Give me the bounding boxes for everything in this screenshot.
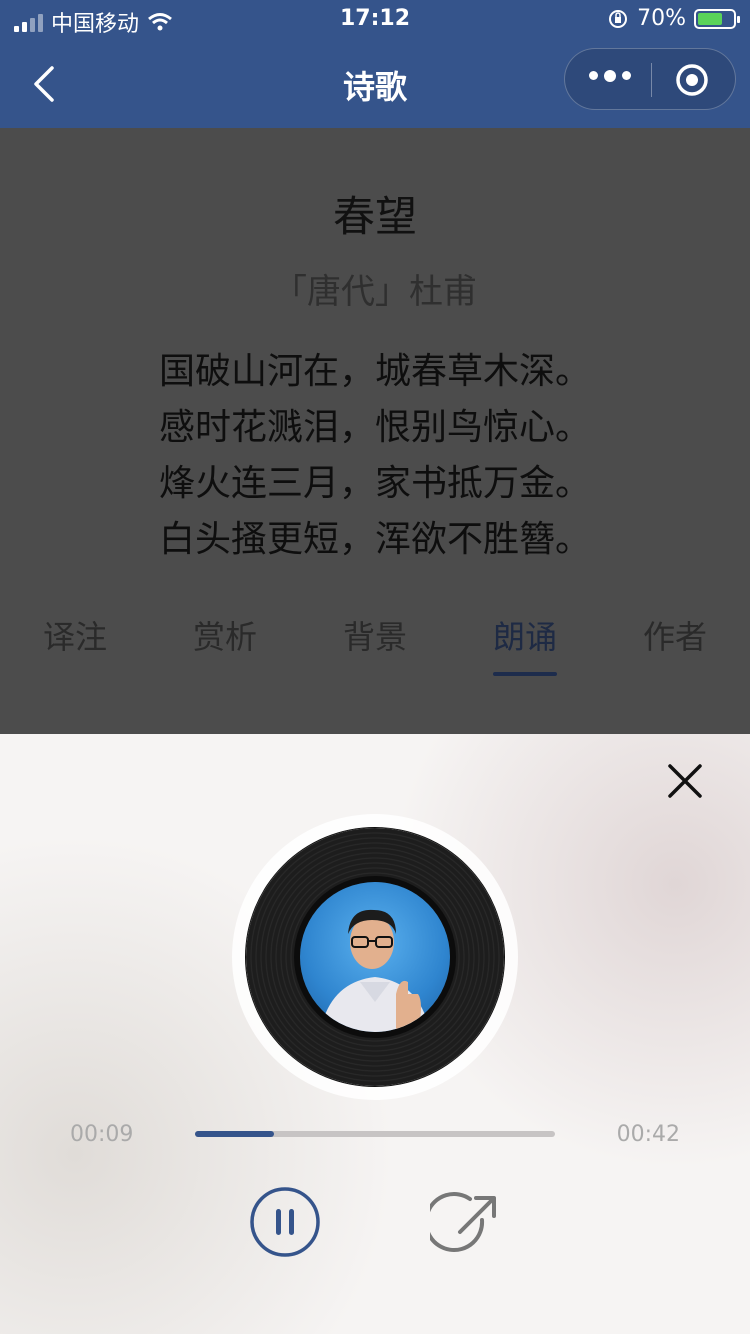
poem-body: 国破山河在，城春草木深。 感时花溅泪，恨别鸟惊心。 烽火连三月，家书抵万金。 白… (0, 344, 750, 568)
audio-player-sheet: 00:09 00:42 (0, 734, 750, 1334)
poem-line: 烽火连三月，家书抵万金。 (158, 463, 591, 504)
poem-line: 国破山河在，城春草木深。 (158, 351, 591, 392)
close-icon[interactable] (662, 758, 708, 804)
capsule-divider (651, 63, 652, 97)
poem-line: 感时花溅泪，恨别鸟惊心。 (158, 407, 591, 448)
tab-annotation[interactable]: 译注 (15, 612, 135, 658)
battery-percent: 70% (637, 6, 686, 31)
nav-bar: 诗歌 (0, 40, 750, 128)
mini-program-capsule (564, 48, 736, 110)
total-time: 00:42 (616, 1122, 680, 1147)
share-button[interactable] (430, 1190, 502, 1262)
current-time: 00:09 (70, 1122, 134, 1147)
tab-appreciation[interactable]: 赏析 (165, 612, 285, 658)
poem-line: 白头搔更短，浑欲不胜簪。 (158, 519, 591, 560)
poem-section: 春望 「唐代」杜甫 国破山河在，城春草木深。 感时花溅泪，恨别鸟惊心。 烽火连三… (0, 128, 750, 734)
tab-background[interactable]: 背景 (315, 612, 435, 658)
rotation-lock-icon (609, 9, 628, 28)
more-icon[interactable] (589, 70, 631, 82)
tab-bar: 译注 赏析 背景 朗诵 作者 (0, 612, 750, 682)
active-tab-indicator (493, 672, 557, 676)
battery-icon (694, 8, 740, 29)
status-right: 70% (607, 6, 740, 31)
progress-bar[interactable] (195, 1131, 555, 1137)
reciter-avatar (300, 882, 450, 1032)
poem-title: 春望 (332, 192, 417, 241)
status-bar: 中国移动 17:12 70% (0, 0, 750, 40)
pause-button[interactable] (249, 1186, 321, 1258)
tab-author[interactable]: 作者 (615, 612, 735, 658)
progress-fill (195, 1131, 275, 1137)
poem-author: 「唐代」杜甫 (273, 272, 477, 312)
close-program-icon[interactable] (675, 63, 709, 97)
tab-recitation[interactable]: 朗诵 (465, 612, 585, 658)
